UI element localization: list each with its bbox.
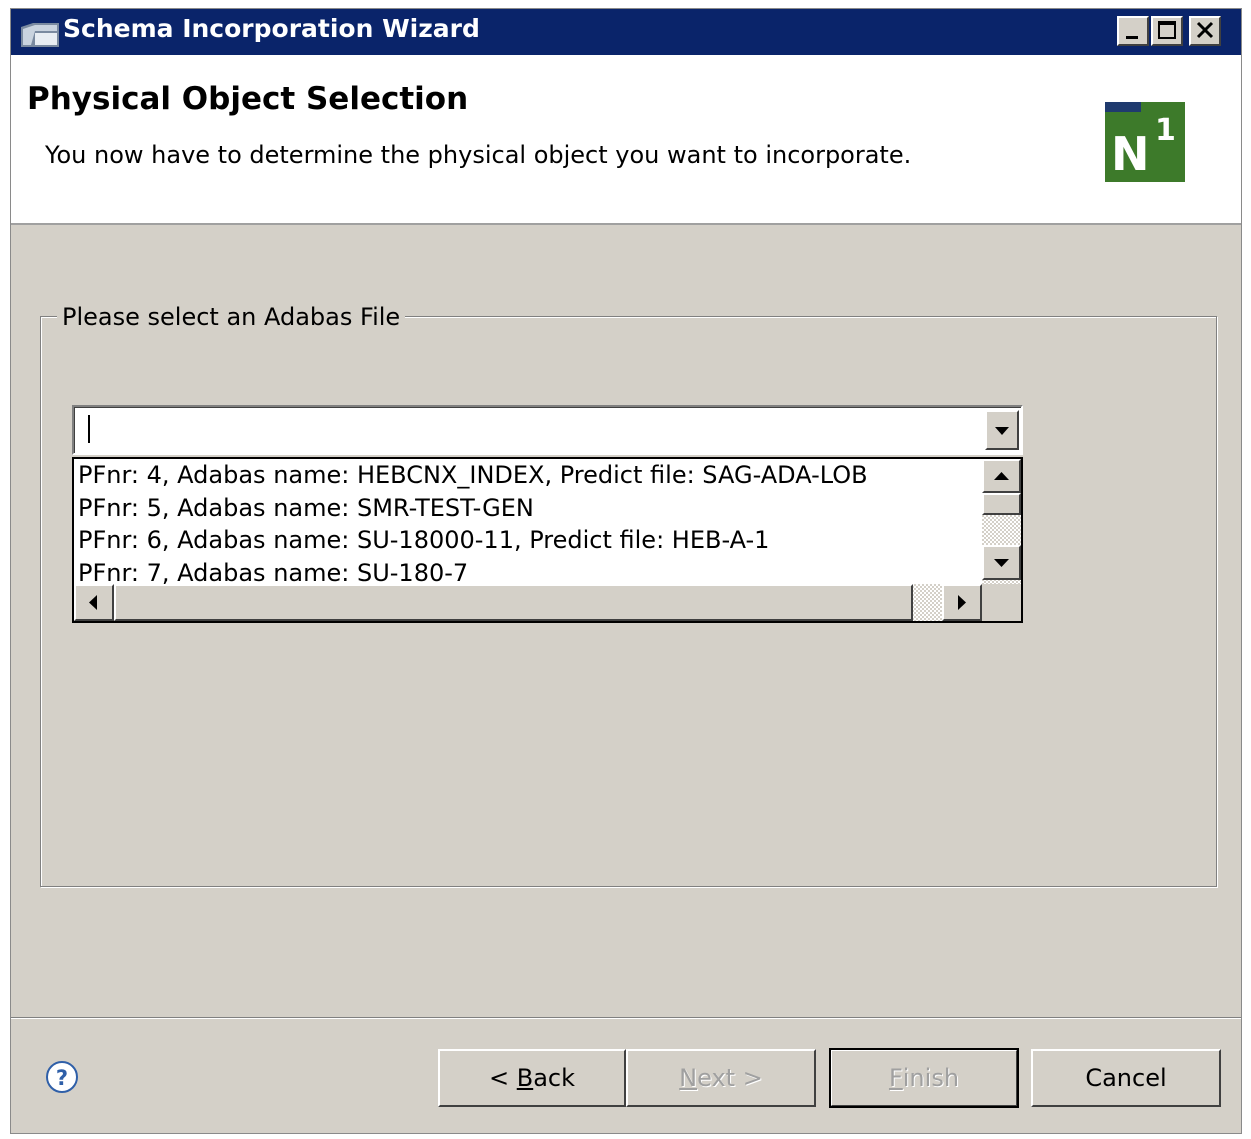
scroll-up-button[interactable] (982, 459, 1021, 493)
vertical-scrollbar[interactable] (982, 459, 1021, 584)
arrow-up-icon (994, 472, 1009, 480)
list-item[interactable]: PFnr: 4, Adabas name: HEBCNX_INDEX, Pred… (74, 459, 982, 492)
back-label-prefix: < (488, 1064, 517, 1092)
window-title: Schema Incorporation Wizard (63, 14, 480, 43)
back-label-suffix: ack (533, 1064, 576, 1092)
page-title: Physical Object Selection (27, 81, 469, 117)
svg-text:N: N (1111, 127, 1150, 181)
close-button[interactable] (1189, 16, 1221, 46)
list-item[interactable]: PFnr: 5, Adabas name: SMR-TEST-GEN (74, 492, 982, 525)
combo-dropdown-button[interactable] (985, 410, 1019, 450)
chevron-down-icon (995, 427, 1009, 435)
arrow-right-icon (958, 595, 966, 610)
help-icon[interactable]: ? (45, 1060, 79, 1094)
arrow-down-icon (994, 559, 1009, 567)
next-mnemonic: N (679, 1064, 698, 1092)
scroll-down-button[interactable] (982, 545, 1021, 580)
horizontal-scrollbar[interactable] (74, 584, 982, 621)
cancel-button[interactable]: Cancel (1031, 1049, 1221, 1107)
finish-mnemonic: F (888, 1064, 903, 1092)
minimize-button[interactable] (1117, 16, 1149, 46)
n1-logo-icon: N 1 (1105, 102, 1185, 182)
scroll-right-button[interactable] (942, 584, 982, 621)
footer-separator-highlight (11, 1018, 1241, 1019)
maximize-button[interactable] (1151, 16, 1183, 46)
list-item[interactable]: PFnr: 7, Adabas name: SU-180-7 (74, 557, 982, 585)
list-item[interactable]: PFnr: 6, Adabas name: SU-18000-11, Predi… (74, 524, 982, 557)
svg-text:1: 1 (1155, 113, 1176, 148)
cancel-label: Cancel (1085, 1064, 1167, 1092)
finish-label-suffix: inish (902, 1064, 960, 1092)
back-mnemonic: B (516, 1064, 534, 1092)
wizard-header: Physical Object Selection You now have t… (11, 55, 1241, 225)
minimize-icon (1126, 36, 1138, 39)
adabas-file-combo[interactable] (72, 405, 1023, 455)
title-bar[interactable]: Schema Incorporation Wizard (11, 9, 1241, 55)
group-label: Please select an Adabas File (57, 303, 406, 331)
scrollbar-corner (982, 584, 1021, 621)
finish-button[interactable]: Finish (829, 1048, 1019, 1108)
scroll-left-button[interactable] (74, 584, 114, 621)
wizard-window: Schema Incorporation Wizard Physical Obj… (10, 8, 1242, 1134)
svg-text:?: ? (56, 1066, 68, 1090)
adabas-file-list[interactable]: PFnr: 4, Adabas name: HEBCNX_INDEX, Pred… (72, 457, 1023, 623)
next-label-suffix: ext > (697, 1064, 763, 1092)
text-cursor (88, 415, 90, 443)
page-description: You now have to determine the physical o… (45, 141, 912, 169)
back-button[interactable]: < Back (438, 1049, 626, 1107)
close-icon (1196, 21, 1214, 39)
next-button[interactable]: Next > (626, 1049, 816, 1107)
arrow-left-icon (89, 595, 97, 610)
horizontal-scroll-thumb[interactable] (114, 584, 913, 621)
vertical-scroll-thumb[interactable] (982, 493, 1021, 515)
wizard-icon (21, 23, 59, 47)
maximize-icon (1158, 21, 1176, 39)
list-items: PFnr: 4, Adabas name: HEBCNX_INDEX, Pred… (74, 459, 982, 584)
